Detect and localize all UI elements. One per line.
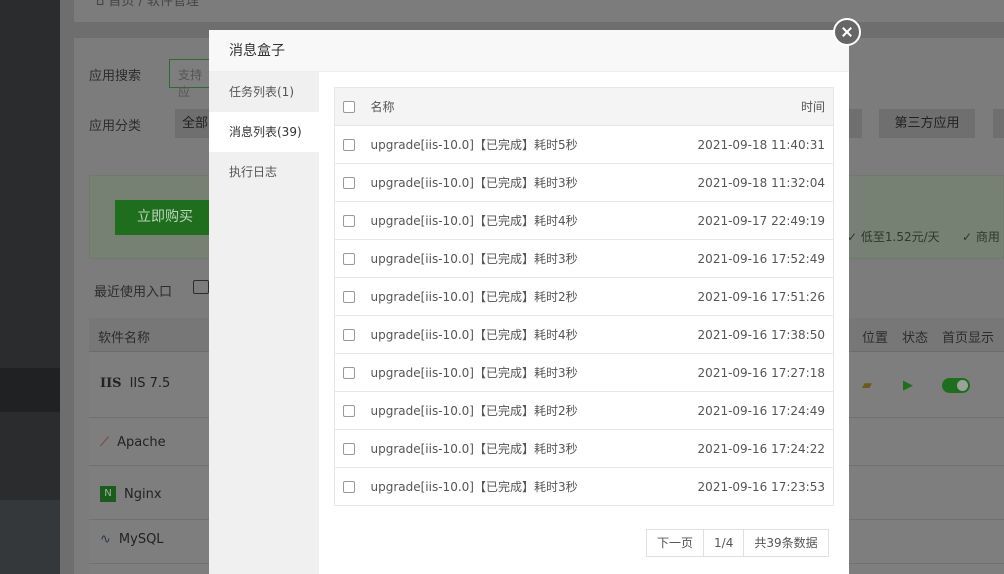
message-time: 2021-09-18 11:40:31 bbox=[650, 125, 834, 164]
table-row: upgrade[iis-10.0]【已完成】耗时4秒 2021-09-17 22… bbox=[334, 201, 834, 240]
message-time: 2021-09-16 17:24:49 bbox=[650, 391, 834, 430]
message-time: 2021-09-16 17:52:49 bbox=[650, 239, 834, 278]
message-time: 2021-09-16 17:51:26 bbox=[650, 277, 834, 316]
message-time: 2021-09-16 17:38:50 bbox=[650, 315, 834, 354]
message-name: upgrade[iis-10.0]【已完成】耗时3秒 bbox=[364, 429, 651, 468]
message-name: upgrade[iis-10.0]【已完成】耗时3秒 bbox=[364, 163, 651, 202]
software-nginx[interactable]: N Nginx bbox=[100, 486, 162, 502]
row-checkbox[interactable] bbox=[343, 215, 355, 227]
message-name: upgrade[iis-10.0]【已完成】耗时5秒 bbox=[364, 125, 651, 164]
nginx-icon: N bbox=[100, 486, 116, 502]
promo-commercial: ✓ 商用 bbox=[962, 230, 1000, 244]
message-time: 2021-09-17 22:49:19 bbox=[650, 201, 834, 240]
row-checkbox[interactable] bbox=[343, 291, 355, 303]
software-apache[interactable]: ⟋ Apache bbox=[100, 435, 166, 450]
tab-message-list[interactable]: 消息列表(39) bbox=[209, 112, 319, 152]
play-icon[interactable]: ▶ bbox=[903, 378, 913, 393]
header-name: 名称 bbox=[364, 87, 651, 126]
table-row: upgrade[iis-10.0]【已完成】耗时3秒 2021-09-18 11… bbox=[334, 163, 834, 202]
message-name: upgrade[iis-10.0]【已完成】耗时4秒 bbox=[364, 315, 651, 354]
table-row: upgrade[iis-10.0]【已完成】耗时3秒 2021-09-16 17… bbox=[334, 239, 834, 278]
tab-task-list[interactable]: 任务列表(1) bbox=[209, 72, 319, 112]
row-checkbox[interactable] bbox=[343, 405, 355, 417]
row-checkbox[interactable] bbox=[343, 253, 355, 265]
tab-execution-log[interactable]: 执行日志 bbox=[209, 152, 319, 192]
message-name: upgrade[iis-10.0]【已完成】耗时3秒 bbox=[364, 239, 651, 278]
message-box-dialog: 消息盒子 任务列表(1) 消息列表(39) 执行日志 名称 时间 upgrade… bbox=[209, 30, 849, 574]
apache-feather-icon: ⟋ bbox=[100, 435, 110, 450]
table-row: upgrade[iis-10.0]【已完成】耗时5秒 2021-09-18 11… bbox=[334, 125, 834, 164]
dialog-tabs: 任务列表(1) 消息列表(39) 执行日志 bbox=[209, 72, 319, 574]
category-label: 应用分类 bbox=[89, 119, 142, 134]
breadcrumb: ⌂ 首页 / 软件管理 bbox=[74, 0, 1004, 22]
page-indicator: 1/4 bbox=[704, 530, 745, 556]
app-sidebar bbox=[0, 0, 60, 574]
software-iis[interactable]: IIS IIS 7.5 bbox=[100, 376, 170, 391]
category-third-party-button[interactable]: 第三方应用 bbox=[879, 109, 975, 138]
folder-icon[interactable]: ▰ bbox=[862, 378, 872, 393]
table-row: upgrade[iis-10.0]【已完成】耗时4秒 2021-09-16 17… bbox=[334, 315, 834, 354]
total-count: 共39条数据 bbox=[754, 536, 818, 550]
header-home-display: 首页显示 bbox=[942, 331, 995, 346]
table-row: upgrade[iis-10.0]【已完成】耗时3秒 2021-09-16 17… bbox=[334, 467, 834, 506]
next-page-button[interactable]: 下一页 bbox=[647, 530, 705, 556]
mysql-dolphin-icon: ∿ bbox=[100, 532, 111, 547]
row-checkbox[interactable] bbox=[343, 367, 355, 379]
message-name: upgrade[iis-10.0]【已完成】耗时2秒 bbox=[364, 277, 651, 316]
message-name: upgrade[iis-10.0]【已完成】耗时3秒 bbox=[364, 353, 651, 392]
message-time: 2021-09-16 17:23:53 bbox=[650, 467, 834, 506]
header-time: 时间 bbox=[650, 87, 834, 126]
table-row: upgrade[iis-10.0]【已完成】耗时3秒 2021-09-16 17… bbox=[334, 353, 834, 392]
pagination: 下一页 1/4 共39条数据 bbox=[646, 529, 829, 557]
sidebar-item bbox=[0, 500, 60, 574]
header-location: 位置 bbox=[862, 331, 889, 346]
sidebar-active-item bbox=[0, 368, 60, 412]
row-checkbox[interactable] bbox=[343, 329, 355, 341]
message-name: upgrade[iis-10.0]【已完成】耗时4秒 bbox=[364, 201, 651, 240]
home-display-toggle[interactable] bbox=[942, 378, 970, 393]
row-checkbox[interactable] bbox=[343, 481, 355, 493]
home-icon: ⌂ bbox=[96, 0, 109, 9]
row-checkbox[interactable] bbox=[343, 443, 355, 455]
search-label: 应用搜索 bbox=[89, 69, 142, 84]
message-time: 2021-09-16 17:27:18 bbox=[650, 353, 834, 392]
header-software-name: 软件名称 bbox=[98, 331, 151, 346]
table-row: upgrade[iis-10.0]【已完成】耗时2秒 2021-09-16 17… bbox=[334, 391, 834, 430]
buy-button[interactable]: 立即购买 bbox=[115, 200, 215, 235]
message-table: 名称 时间 upgrade[iis-10.0]【已完成】耗时5秒 2021-09… bbox=[334, 87, 834, 506]
select-all-checkbox[interactable] bbox=[343, 101, 355, 113]
table-row: upgrade[iis-10.0]【已完成】耗时3秒 2021-09-16 17… bbox=[334, 429, 834, 468]
table-row: upgrade[iis-10.0]【已完成】耗时2秒 2021-09-16 17… bbox=[334, 277, 834, 316]
message-table-header: 名称 时间 bbox=[334, 87, 834, 126]
toolbox-icon[interactable] bbox=[193, 280, 209, 294]
close-icon[interactable] bbox=[833, 18, 861, 46]
recent-label: 最近使用入口 bbox=[94, 285, 173, 300]
category-button[interactable] bbox=[993, 109, 1004, 138]
row-checkbox[interactable] bbox=[343, 177, 355, 189]
message-time: 2021-09-18 11:32:04 bbox=[650, 163, 834, 202]
promo-price: ✓ 低至1.52元/天 bbox=[847, 230, 940, 244]
iis-icon: IIS bbox=[100, 376, 122, 391]
message-time: 2021-09-16 17:24:22 bbox=[650, 429, 834, 468]
message-name: upgrade[iis-10.0]【已完成】耗时2秒 bbox=[364, 391, 651, 430]
message-name: upgrade[iis-10.0]【已完成】耗时3秒 bbox=[364, 467, 651, 506]
software-mysql[interactable]: ∿ MySQL bbox=[100, 532, 164, 547]
row-checkbox[interactable] bbox=[343, 139, 355, 151]
header-status: 状态 bbox=[902, 331, 929, 346]
dialog-title: 消息盒子 bbox=[209, 30, 849, 72]
